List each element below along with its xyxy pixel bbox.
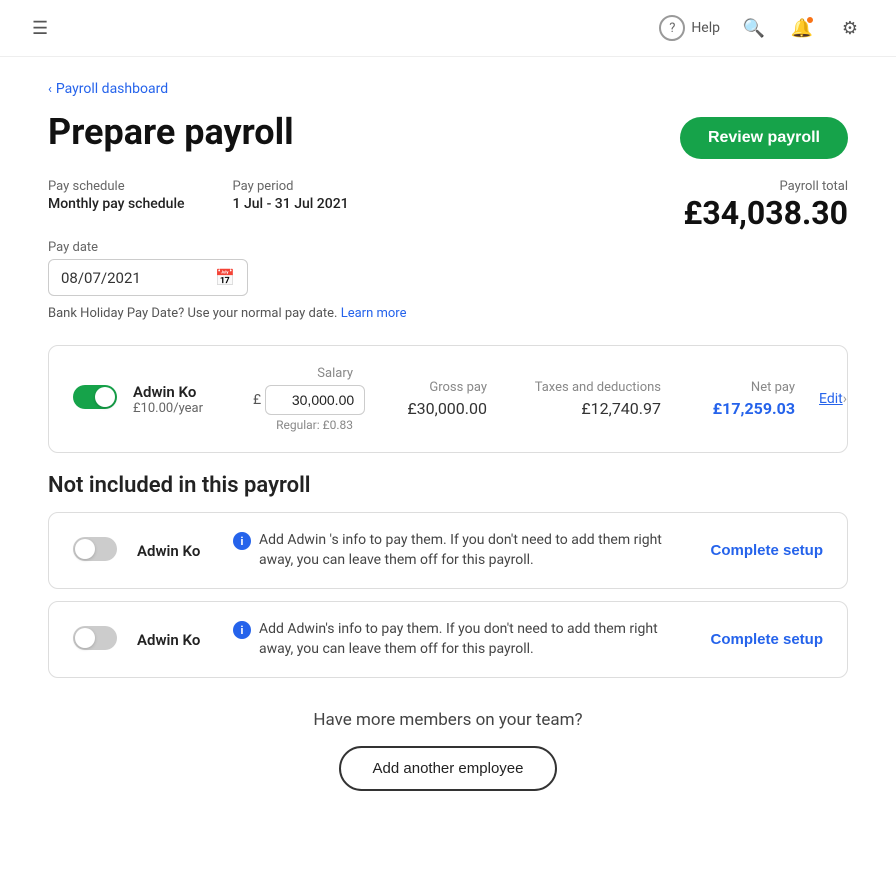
breadcrumb-arrow: ‹	[48, 82, 52, 97]
help-link[interactable]: ? Help	[659, 15, 720, 41]
not-included-toggle-col-1	[73, 537, 117, 565]
pay-schedule-block: Pay schedule Monthly pay schedule	[48, 179, 185, 212]
included-employee-card: Adwin Ko £10.00/year Salary £ Regular: £…	[48, 345, 848, 453]
not-included-text-2: Add Adwin's info to pay them. If you don…	[259, 620, 694, 659]
employee-toggle-col	[73, 385, 117, 413]
pay-date-input[interactable]: 08/07/2021 📅	[48, 259, 248, 296]
not-included-toggle-1[interactable]	[73, 537, 117, 561]
help-label: Help	[691, 20, 720, 36]
taxes-header: Taxes and deductions	[511, 380, 661, 395]
salary-input[interactable]	[265, 385, 365, 415]
employee-name-col: Adwin Ko £10.00/year	[133, 383, 253, 416]
payroll-total-label: Payroll total	[683, 179, 848, 194]
not-included-toggle-col-2	[73, 626, 117, 654]
not-included-card-1: Adwin Ko i Add Adwin 's info to pay them…	[48, 512, 848, 589]
edit-chevron-icon: ›	[843, 391, 847, 407]
not-included-title: Not included in this payroll	[48, 473, 848, 498]
calendar-icon: 📅	[215, 268, 235, 287]
not-included-info-2: i Add Adwin's info to pay them. If you d…	[233, 620, 694, 659]
pay-date-row: Pay date 08/07/2021 📅	[48, 240, 848, 296]
info-icon-2: i	[233, 621, 251, 639]
not-included-card-2: Adwin Ko i Add Adwin's info to pay them.…	[48, 601, 848, 678]
complete-setup-button-1[interactable]: Complete setup	[710, 542, 823, 559]
salary-header: Salary	[253, 366, 353, 381]
breadcrumb-text: Payroll dashboard	[56, 81, 168, 97]
gross-pay-col: Gross pay £30,000.00	[377, 380, 487, 418]
bottom-cta: Have more members on your team? Add anot…	[48, 710, 848, 831]
employee-toggle[interactable]	[73, 385, 117, 409]
not-included-section: Not included in this payroll Adwin Ko i …	[48, 473, 848, 678]
search-button[interactable]: 🔍	[740, 14, 768, 42]
not-included-info-1: i Add Adwin 's info to pay them. If you …	[233, 531, 694, 570]
info-icon-1: i	[233, 532, 251, 550]
hamburger-icon[interactable]: ☰	[32, 18, 48, 39]
pay-period-value: 1 Jul - 31 Jul 2021	[233, 196, 349, 212]
page-title: Prepare payroll	[48, 111, 294, 153]
main-content: ‹ Payroll dashboard Prepare payroll Revi…	[0, 57, 896, 855]
notification-button[interactable]: 🔔	[788, 14, 816, 42]
not-included-name-2: Adwin Ko	[137, 631, 217, 649]
pay-date-label: Pay date	[48, 240, 848, 255]
page-title-row: Prepare payroll Review payroll	[48, 111, 848, 159]
taxes-value: £12,740.97	[511, 399, 661, 418]
bank-holiday-text: Bank Holiday Pay Date? Use your normal p…	[48, 306, 337, 321]
pay-date-value: 08/07/2021	[61, 269, 141, 287]
salary-input-wrap: £	[253, 385, 353, 415]
employee-sub: £10.00/year	[133, 401, 253, 416]
net-pay-header: Net pay	[685, 380, 795, 395]
payroll-total-value: £34,038.30	[683, 194, 848, 232]
bottom-cta-text: Have more members on your team?	[48, 710, 848, 730]
gross-pay-value: £30,000.00	[377, 399, 487, 418]
pay-period-block: Pay period 1 Jul - 31 Jul 2021	[233, 179, 349, 212]
pay-period-label: Pay period	[233, 179, 349, 194]
edit-link[interactable]: Edit	[819, 391, 843, 407]
complete-setup-button-2[interactable]: Complete setup	[710, 631, 823, 648]
search-icon: 🔍	[743, 18, 765, 39]
learn-more-link[interactable]: Learn more	[341, 306, 407, 321]
settings-icon: ⚙	[842, 18, 858, 39]
bank-holiday-note: Bank Holiday Pay Date? Use your normal p…	[48, 306, 848, 321]
net-pay-col: Net pay £17,259.03	[685, 380, 795, 418]
net-pay-value: £17,259.03	[685, 399, 795, 418]
employee-row: Adwin Ko £10.00/year Salary £ Regular: £…	[73, 366, 823, 432]
employee-name: Adwin Ko	[133, 383, 253, 401]
payroll-total-block: Payroll total £34,038.30	[683, 179, 848, 232]
taxes-col: Taxes and deductions £12,740.97	[511, 380, 661, 418]
help-icon: ?	[659, 15, 685, 41]
gross-pay-header: Gross pay	[377, 380, 487, 395]
add-employee-button[interactable]: Add another employee	[339, 746, 558, 791]
pay-schedule-label: Pay schedule	[48, 179, 185, 194]
notification-dot	[806, 16, 814, 24]
not-included-text-1: Add Adwin 's info to pay them. If you do…	[259, 531, 694, 570]
breadcrumb[interactable]: ‹ Payroll dashboard	[48, 81, 848, 97]
header: ☰ ? Help 🔍 🔔 ⚙	[0, 0, 896, 57]
not-included-name-1: Adwin Ko	[137, 542, 217, 560]
pay-schedule-value: Monthly pay schedule	[48, 196, 185, 212]
review-payroll-button[interactable]: Review payroll	[680, 117, 848, 159]
salary-col: Salary £ Regular: £0.83	[253, 366, 353, 432]
settings-button[interactable]: ⚙	[836, 14, 864, 42]
salary-currency: £	[253, 392, 261, 408]
salary-regular: Regular: £0.83	[253, 418, 353, 432]
not-included-toggle-2[interactable]	[73, 626, 117, 650]
